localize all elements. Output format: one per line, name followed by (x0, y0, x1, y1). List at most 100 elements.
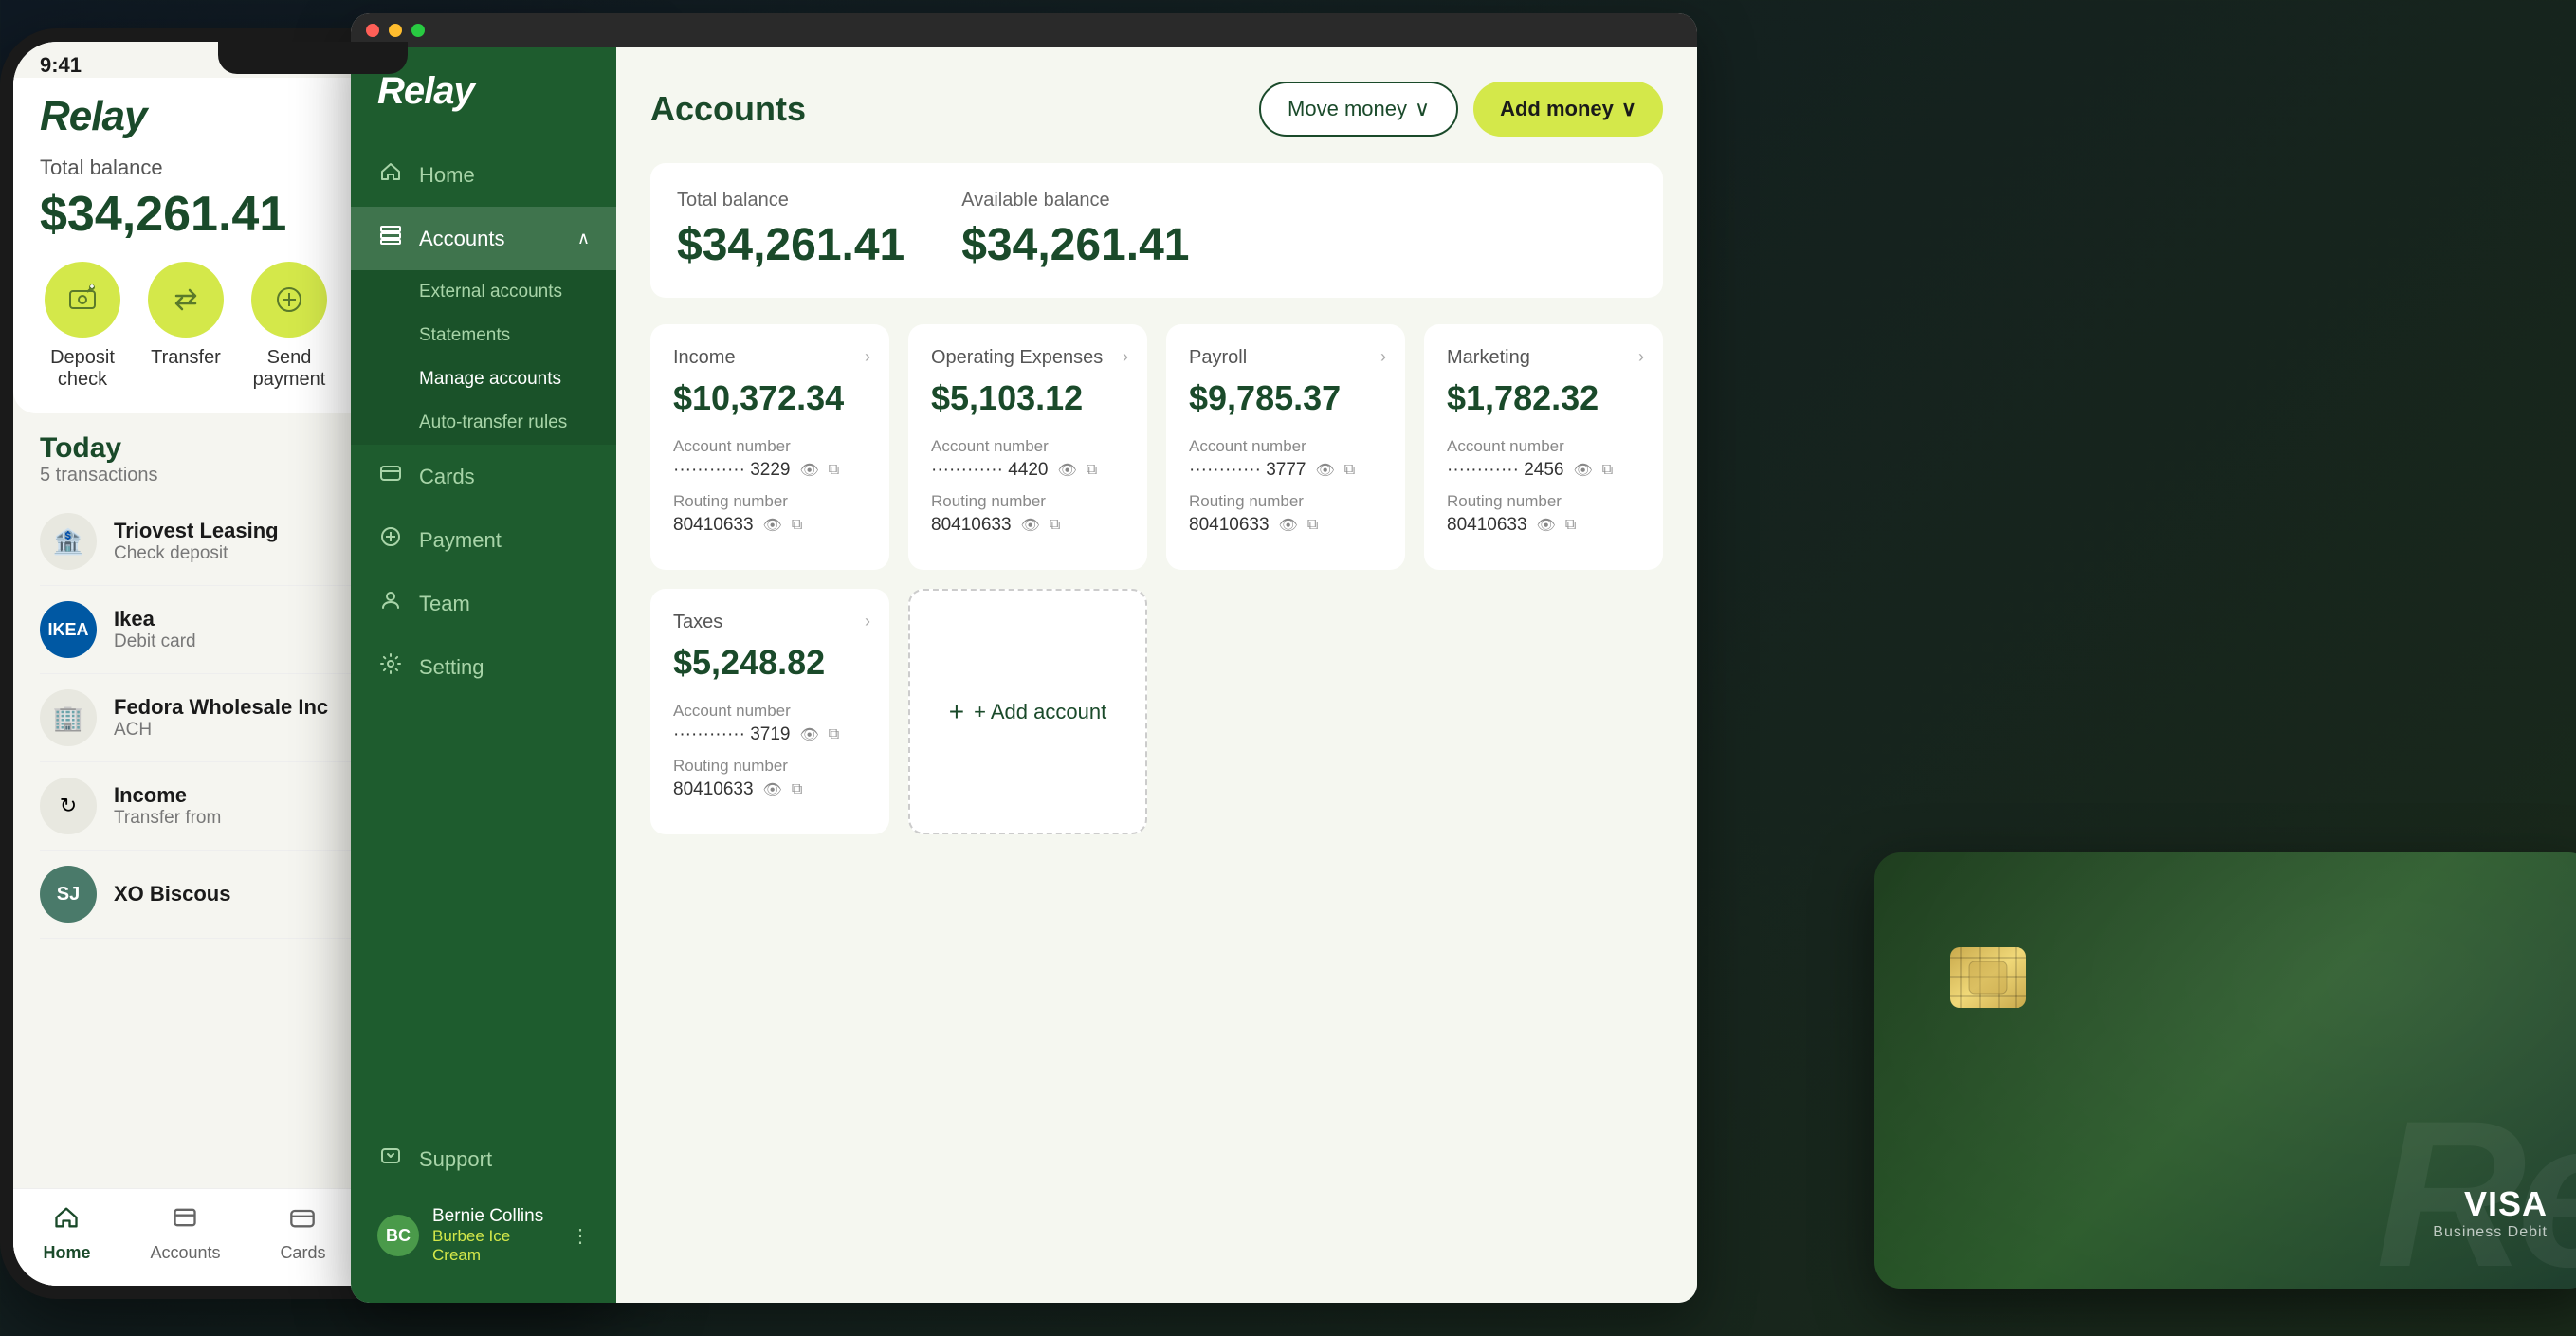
copy-icon-2[interactable]: ⧉ (792, 517, 802, 534)
eye-icon-10[interactable]: 👁 (763, 780, 782, 799)
eye-icon-7[interactable]: 👁 (1573, 461, 1592, 480)
account-card-payroll[interactable]: › Payroll $9,785.37 Account number ·····… (1166, 324, 1405, 570)
sidebar-item-payment[interactable]: Payment (351, 508, 616, 572)
user-company: Burbee Ice Cream (432, 1227, 557, 1265)
nav-home[interactable]: Home (43, 1204, 90, 1263)
eye-icon-8[interactable]: 👁 (1537, 516, 1556, 535)
acct-num-value-2: ············ 4420 👁 ⧉ (931, 460, 1124, 481)
tx-icon: 🏢 (40, 689, 97, 746)
submenu-statements[interactable]: Statements (351, 314, 616, 357)
account-card-operating[interactable]: › Operating Expenses $5,103.12 Account n… (908, 324, 1147, 570)
move-money-chevron-icon: ∨ (1415, 97, 1430, 121)
submenu-external-accounts[interactable]: External accounts (351, 270, 616, 314)
routing-num-text-3: 80410633 (1189, 515, 1270, 536)
payment-icon (377, 525, 404, 555)
sidebar-team-label: Team (419, 592, 470, 616)
acct-num-value-3: ············ 3777 👁 ⧉ (1189, 460, 1382, 481)
copy-icon-5[interactable]: ⧉ (1344, 462, 1355, 479)
submenu-auto-transfer[interactable]: Auto-transfer rules (351, 401, 616, 445)
sidebar-user[interactable]: BC Bernie Collins Burbee Ice Cream ⋮ (351, 1191, 616, 1280)
routing-num-text: 80410633 (673, 515, 754, 536)
operating-account-number-row: Account number ············ 4420 👁 ⧉ (931, 437, 1124, 481)
copy-icon-3[interactable]: ⧉ (1087, 462, 1097, 479)
income-routing-row: Routing number 80410633 👁 ⧉ (673, 492, 867, 536)
add-money-button[interactable]: Add money ∨ (1473, 82, 1663, 137)
eye-icon[interactable]: 👁 (799, 461, 818, 480)
visa-text: VISA (2433, 1184, 2548, 1224)
send-payment-action[interactable]: Send payment (247, 262, 332, 391)
sidebar-setting-label: Setting (419, 655, 484, 680)
routing-num-value-3: 80410633 👁 ⧉ (1189, 515, 1382, 536)
operating-name: Operating Expenses (931, 347, 1124, 369)
acct-num-label-3: Account number (1189, 437, 1382, 456)
routing-num-value-5: 80410633 👁 ⧉ (673, 779, 867, 800)
routing-num-text-4: 80410633 (1447, 515, 1527, 536)
add-account-label: + Add account (974, 700, 1106, 724)
operating-chevron-icon: › (1123, 347, 1128, 367)
user-menu-icon[interactable]: ⋮ (571, 1224, 590, 1248)
taxes-account-number-row: Account number ············ 3719 👁 ⧉ (673, 702, 867, 745)
available-balance-label: Available balance (961, 190, 1189, 211)
copy-icon-7[interactable]: ⧉ (1602, 462, 1613, 479)
header-actions: Move money ∨ Add money ∨ (1259, 82, 1663, 137)
payroll-routing-row: Routing number 80410633 👁 ⧉ (1189, 492, 1382, 536)
eye-icon-9[interactable]: 👁 (799, 725, 818, 744)
transfer-action[interactable]: Transfer (148, 262, 224, 391)
eye-icon-3[interactable]: 👁 (1057, 461, 1076, 480)
cards-nav-icon (289, 1204, 316, 1237)
eye-icon-6[interactable]: 👁 (1279, 516, 1298, 535)
sidebar-cards-label: Cards (419, 465, 475, 489)
income-name: Income (673, 347, 867, 369)
accounts-nav-icon (172, 1204, 198, 1237)
account-card-income[interactable]: › Income $10,372.34 Account number ·····… (650, 324, 889, 570)
nav-cards[interactable]: Cards (280, 1204, 325, 1263)
accounts-chevron-icon: ∧ (577, 229, 590, 248)
eye-icon-2[interactable]: 👁 (763, 516, 782, 535)
nav-accounts[interactable]: Accounts (150, 1204, 220, 1263)
routing-num-label-4: Routing number (1447, 492, 1640, 511)
accounts-icon (377, 224, 404, 253)
routing-num-label: Routing number (673, 492, 867, 511)
deposit-check-action[interactable]: Deposit check (40, 262, 125, 391)
transactions-count: 5 transactions (40, 465, 158, 486)
add-account-plus-icon: + (949, 697, 964, 727)
sidebar-item-accounts[interactable]: Accounts ∧ (351, 207, 616, 270)
credit-card: Re (1874, 852, 2576, 1289)
copy-icon-4[interactable]: ⧉ (1050, 517, 1060, 534)
routing-num-value-2: 80410633 👁 ⧉ (931, 515, 1124, 536)
add-money-label: Add money (1500, 97, 1614, 121)
sidebar-item-home[interactable]: Home (351, 143, 616, 207)
sidebar-item-cards[interactable]: Cards (351, 445, 616, 508)
sidebar-support[interactable]: Support (351, 1127, 616, 1191)
eye-icon-4[interactable]: 👁 (1021, 516, 1040, 535)
copy-icon-10[interactable]: ⧉ (792, 781, 802, 798)
account-card-taxes[interactable]: › Taxes $5,248.82 Account number ·······… (650, 589, 889, 834)
add-account-button[interactable]: + + Add account (949, 697, 1106, 727)
acct-num-value-4: ············ 2456 👁 ⧉ (1447, 460, 1640, 481)
move-money-button[interactable]: Move money ∨ (1259, 82, 1458, 137)
submenu-manage-accounts[interactable]: Manage accounts (351, 357, 616, 401)
today-label: Today (40, 432, 158, 465)
minimize-dot[interactable] (389, 24, 402, 37)
maximize-dot[interactable] (411, 24, 425, 37)
home-nav-label: Home (43, 1243, 90, 1263)
sidebar-item-team[interactable]: Team (351, 572, 616, 635)
accounts-nav-label: Accounts (150, 1243, 220, 1263)
copy-icon-9[interactable]: ⧉ (829, 726, 839, 743)
available-balance-item: Available balance $34,261.41 (961, 190, 1189, 271)
send-payment-icon (251, 262, 327, 338)
sidebar-item-setting[interactable]: Setting (351, 635, 616, 699)
add-account-card[interactable]: + + Add account (908, 589, 1147, 834)
eye-icon-5[interactable]: 👁 (1315, 461, 1334, 480)
taxes-name: Taxes (673, 612, 867, 633)
sidebar-nav: Home Accounts ∧ External accounts Statem… (351, 143, 616, 1127)
account-card-marketing[interactable]: › Marketing $1,782.32 Account number ···… (1424, 324, 1663, 570)
income-account-number-row: Account number ············ 3229 👁 ⧉ (673, 437, 867, 481)
close-dot[interactable] (366, 24, 379, 37)
acct-num-text-2: ············ 4420 (931, 460, 1048, 481)
copy-icon-8[interactable]: ⧉ (1565, 517, 1576, 534)
copy-icon-6[interactable]: ⧉ (1307, 517, 1318, 534)
copy-icon[interactable]: ⧉ (829, 462, 839, 479)
marketing-routing-row: Routing number 80410633 👁 ⧉ (1447, 492, 1640, 536)
acct-num-label-2: Account number (931, 437, 1124, 456)
